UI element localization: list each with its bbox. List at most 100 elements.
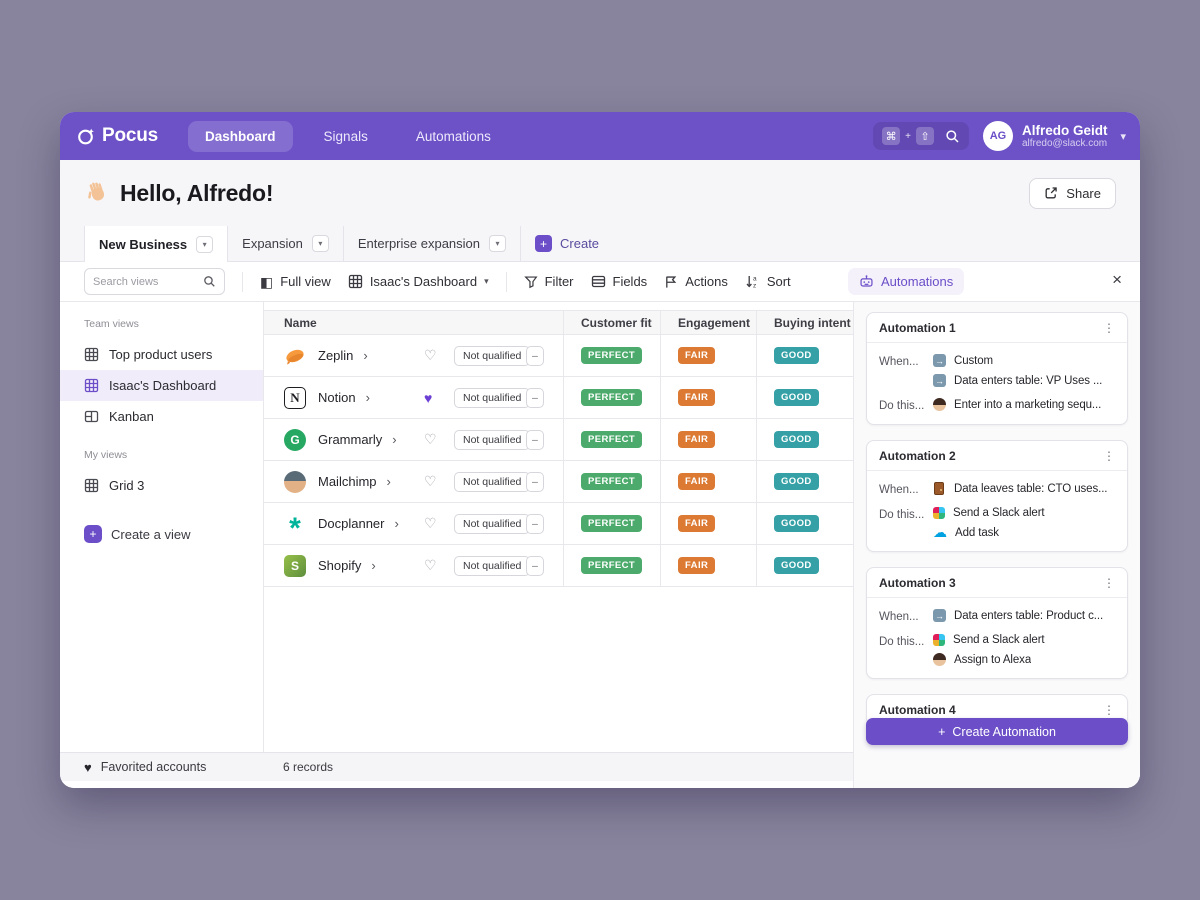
actions-button[interactable]: Actions [664,274,728,289]
do-group: Do this...Send a Slack alert ☁Add task [879,507,1115,539]
user-menu[interactable]: AG Alfredo Geidt alfredo@slack.com ▾ [983,121,1126,151]
more-pill[interactable]: – [526,472,544,492]
search-shortcut[interactable]: ⌘ + ⇧ [873,122,969,150]
view-tab[interactable]: Expansion▾ [228,226,344,261]
nav-tab-automations[interactable]: Automations [399,121,508,152]
chevron-right-icon[interactable]: › [371,558,375,573]
score-badge: PERFECT [581,389,642,406]
automation-step[interactable]: Data leaves table: CTO uses... [933,482,1107,495]
status-pill[interactable]: Not qualified [454,556,530,576]
column-header-engagement[interactable]: Engagement [660,311,756,334]
chevron-down-icon[interactable]: ▾ [196,236,213,253]
more-pill[interactable]: – [526,514,544,534]
chevron-right-icon[interactable]: › [363,348,367,363]
name-cell: Zeplin › ♡ Not qualified– [264,335,563,376]
favorite-icon[interactable]: ♡ [424,515,437,532]
automations-toggle[interactable]: Automations [848,268,964,295]
status-pill[interactable]: Not qualified [454,388,530,408]
company-name[interactable]: Mailchimp [318,474,377,489]
status-pill[interactable]: Not qualified [454,472,530,492]
favorite-icon[interactable]: ♡ [424,557,437,574]
view-tab[interactable]: New Business▾ [84,226,228,262]
sidebar-item-kanban[interactable]: Kanban [60,401,263,432]
primary-nav: Dashboard Signals Automations [188,121,508,152]
company-name[interactable]: Grammarly [318,432,382,447]
automation-step[interactable]: Assign to Alexa [933,653,1045,666]
automation-step[interactable]: Enter into a marketing sequ... [933,398,1101,411]
brand-logo[interactable]: Pocus [76,125,158,147]
favorited-accounts-button[interactable]: ♥ Favorited accounts [60,760,264,775]
chevron-down-icon[interactable]: ▾ [489,235,506,252]
customer-fit-cell: PERFECT [563,503,660,544]
share-button[interactable]: Share [1029,178,1116,209]
when-group: When...→Custom→Data enters table: VP Use… [879,354,1115,387]
kebab-menu-icon[interactable]: ⋮ [1103,576,1115,590]
automation-step[interactable]: ☁Add task [933,526,1045,539]
automation-step[interactable]: →Custom [933,354,1102,367]
close-icon[interactable]: × [1112,271,1122,288]
more-pill[interactable]: – [526,388,544,408]
name-cell: GGrammarly›♡Not qualified– [264,419,563,460]
automation-step[interactable]: →Data enters table: Product c... [933,609,1103,622]
favorite-icon[interactable]: ♥ [424,390,432,406]
create-tab-button[interactable]: +Create [535,226,599,261]
table-grid-icon [348,274,363,289]
chevron-right-icon[interactable]: › [395,516,399,531]
chevron-down-icon[interactable]: ▾ [312,235,329,252]
arrow-right-icon: → [933,374,946,387]
score-badge: FAIR [678,515,715,532]
favorite-icon[interactable]: ♡ [424,347,437,364]
sidebar-item-top-product-users[interactable]: Top product users [60,339,263,370]
sort-button[interactable]: az Sort [745,274,791,289]
chevron-right-icon[interactable]: › [366,390,370,405]
create-automation-button[interactable]: + Create Automation [866,718,1128,745]
do-label: Do this... [879,634,933,666]
sidebar-item-isaac-s-dashboard[interactable]: Isaac's Dashboard [60,370,263,401]
kebab-menu-icon[interactable]: ⋮ [1103,321,1115,335]
search-icon[interactable] [945,129,960,144]
more-pill[interactable]: – [526,430,544,450]
chevron-right-icon[interactable]: › [392,432,396,447]
kebab-menu-icon[interactable]: ⋮ [1103,449,1115,463]
automation-card-header: Automation 2⋮ [867,441,1127,471]
search-views-input[interactable] [93,276,203,288]
favorite-icon[interactable]: ♡ [424,473,437,490]
chevron-down-icon[interactable]: ▾ [1120,130,1126,143]
automation-step[interactable]: Send a Slack alert [933,507,1045,519]
status-pill[interactable]: Not qualified [454,430,530,450]
company-name[interactable]: Shopify [318,558,361,573]
more-pill[interactable]: – [526,556,544,576]
company-name[interactable]: Docplanner [318,516,385,531]
nav-tab-dashboard[interactable]: Dashboard [188,121,293,152]
chevron-right-icon[interactable]: › [387,474,391,489]
dashboard-selector[interactable]: Isaac's Dashboard ▾ [348,274,489,289]
create-view-button[interactable]: + Create a view [60,525,263,543]
company-name[interactable]: Notion [318,390,356,405]
status-pill[interactable]: Not qualified [454,514,530,534]
fields-button[interactable]: Fields [591,274,648,289]
command-key-icon: ⌘ [882,127,900,145]
status-pill[interactable]: Not qualified [454,346,530,366]
flag-icon [664,275,678,289]
automation-card: Automation 3⋮When...→Data enters table: … [866,567,1128,679]
column-header-customer-fit[interactable]: Customer fit [563,311,660,334]
full-view-button[interactable]: ◧ Full view [260,274,331,289]
favorite-icon[interactable]: ♡ [424,431,437,448]
do-label: Do this... [879,507,933,539]
automation-step[interactable]: Send a Slack alert [933,634,1045,646]
column-header-name[interactable]: Name [264,311,563,334]
filter-button[interactable]: Filter [524,274,574,289]
automation-step[interactable]: →Data enters table: VP Uses ... [933,374,1102,387]
kebab-menu-icon[interactable]: ⋮ [1103,703,1115,717]
nav-tab-signals[interactable]: Signals [307,121,385,152]
buying-intent-cell: GOOD [756,335,852,376]
do-group: Do this...Send a Slack alert Assign to Al… [879,634,1115,666]
company-name[interactable]: Zeplin [318,348,353,363]
heart-icon: ♥ [84,760,92,775]
page-title: Hello, Alfredo! [120,180,273,207]
sidebar-item-grid-3[interactable]: Grid 3 [60,470,263,501]
column-header-buying-intent[interactable]: Buying intent [756,311,852,334]
search-views-box[interactable] [84,268,225,295]
more-pill[interactable]: – [526,346,544,366]
view-tab[interactable]: Enterprise expansion▾ [344,226,521,261]
